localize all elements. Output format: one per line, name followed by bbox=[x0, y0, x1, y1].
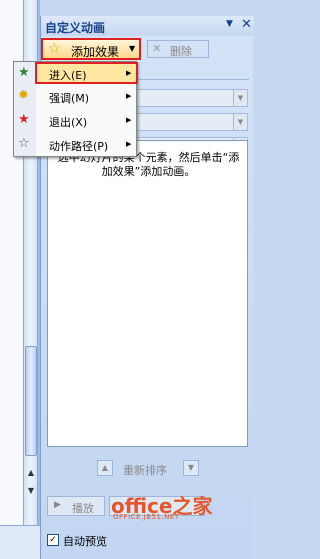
move-up-button[interactable]: ▲ bbox=[97, 460, 113, 476]
property-combo[interactable]: ▼ bbox=[131, 113, 248, 131]
close-icon[interactable]: ✕ bbox=[241, 17, 252, 32]
move-down-button[interactable]: ▼ bbox=[183, 460, 199, 476]
submenu-arrow-icon: ▶ bbox=[126, 92, 132, 100]
chevron-down-icon: ▼ bbox=[233, 90, 247, 106]
reorder-label: 重新排序 bbox=[123, 464, 167, 477]
watermark-url: OFFICE.JB51.NET bbox=[113, 513, 180, 521]
enter-star-icon: ★ bbox=[18, 65, 30, 80]
scrollbar-thumb[interactable] bbox=[25, 346, 37, 456]
menu-item-label: 强调(M) bbox=[49, 92, 90, 105]
exit-star-icon: ★ bbox=[18, 112, 30, 127]
autopreview-label: 自动预览 bbox=[63, 535, 107, 548]
pane-options-icon[interactable]: ▼ bbox=[226, 19, 233, 29]
start-combo[interactable]: ▼ bbox=[131, 89, 248, 107]
play-icon: ▶ bbox=[54, 500, 61, 510]
play-label: 播放 bbox=[72, 502, 94, 515]
emphasis-star-icon: ✹ bbox=[18, 88, 29, 103]
prev-slide-icon[interactable]: ▲ bbox=[25, 466, 37, 480]
menu-item-label: 进入(E) bbox=[49, 69, 87, 82]
chevron-down-icon: ▼ bbox=[233, 114, 247, 130]
menu-item-exit[interactable]: ★ 退出(X) ▶ bbox=[14, 110, 136, 132]
remove-icon: ✕ bbox=[152, 42, 162, 55]
animation-list[interactable]: 选中幻灯片的某个元素，然后单击“添加效果”添加动画。 bbox=[47, 140, 248, 447]
remove-button[interactable]: ✕ 删除 bbox=[147, 40, 209, 58]
pane-title: 自定义动画 bbox=[45, 21, 106, 35]
submenu-arrow-icon: ▶ bbox=[126, 140, 132, 148]
menu-item-label: 退出(X) bbox=[49, 116, 88, 129]
chevron-down-icon: ▼ bbox=[129, 44, 136, 53]
pane-title-bar: 自定义动画 ▼ ✕ bbox=[41, 16, 254, 36]
motion-path-star-icon: ☆ bbox=[18, 136, 30, 151]
menu-item-label: 动作路径(P) bbox=[49, 140, 109, 153]
add-effect-menu: 进入(E) ▶ ★ ✹ 强调(M) ▶ ★ 退出(X) ▶ ☆ 动作路径(P) … bbox=[13, 61, 138, 157]
menu-item-emphasis[interactable]: ✹ 强调(M) ▶ bbox=[14, 86, 136, 108]
submenu-arrow-icon: ▶ bbox=[126, 116, 132, 124]
play-button[interactable]: ▶ 播放 bbox=[47, 496, 105, 516]
add-effect-button[interactable]: ☆ 添加效果 ▼ bbox=[41, 38, 141, 60]
add-effect-label: 添加效果 bbox=[71, 45, 120, 59]
submenu-arrow-icon: ▶ bbox=[126, 69, 132, 77]
menu-item-entrance[interactable]: 进入(E) ▶ bbox=[35, 62, 138, 84]
add-effect-star-icon: ☆ bbox=[48, 41, 61, 57]
next-slide-icon[interactable]: ▼ bbox=[25, 484, 37, 498]
autopreview-checkbox[interactable]: ✓ bbox=[47, 534, 59, 546]
view-buttons-area bbox=[0, 525, 40, 559]
menu-item-motion-path[interactable]: ☆ 动作路径(P) ▶ bbox=[14, 134, 136, 156]
remove-label: 删除 bbox=[170, 45, 192, 58]
